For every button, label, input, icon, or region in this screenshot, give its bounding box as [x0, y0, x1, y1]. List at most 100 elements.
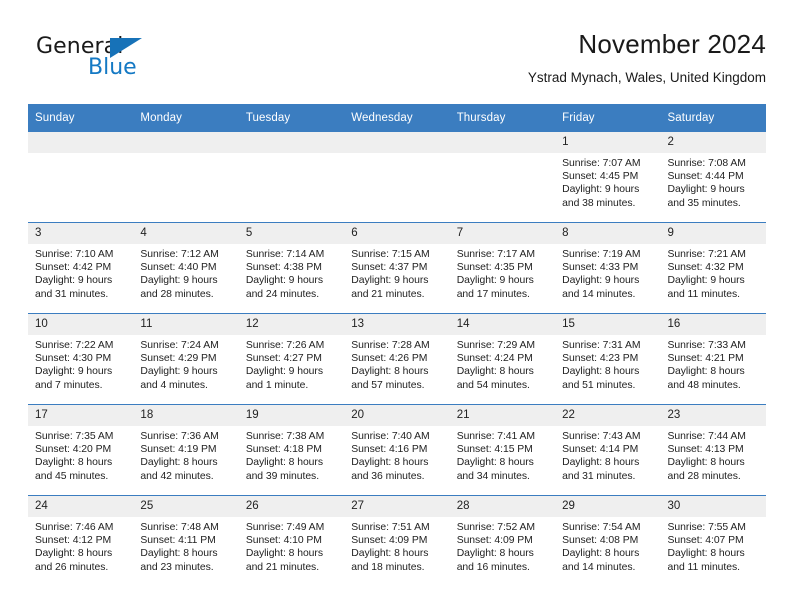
sunrise-text: Sunrise: 7:48 AM [140, 522, 219, 533]
daylight-text-line1: Daylight: 9 hours [140, 366, 218, 378]
sunset-text: Sunset: 4:09 PM [456, 535, 533, 547]
daylight-text-line2: and 23 minutes. [140, 561, 214, 573]
calendar-day-cell[interactable]: 10 Sunrise: 7:22 AM Sunset: 4:30 PM Dayligh… [28, 313, 134, 405]
sunrise-text: Sunrise: 7:19 AM [562, 249, 641, 260]
calendar-day-cell[interactable]: 3 Sunrise: 7:10 AM Sunset: 4:42 PM Daylight… [28, 222, 134, 314]
day-box: 13 Sunrise: 7:28 AM Sunset: 4:26 PM Dayligh… [344, 314, 450, 404]
calendar-day-cell[interactable]: 20 Sunrise: 7:40 AM Sunset: 4:16 PM Dayligh… [344, 404, 450, 496]
day-box: 20 Sunrise: 7:40 AM Sunset: 4:16 PM Dayligh… [344, 405, 450, 495]
calendar-day-cell[interactable]: 2 Sunrise: 7:08 AM Sunset: 4:44 PM Daylight… [660, 132, 766, 223]
day-details: Sunrise: 7:26 AM Sunset: 4:27 PM Daylight:… [239, 335, 344, 392]
day-details: Sunrise: 7:24 AM Sunset: 4:29 PM Daylight:… [133, 335, 238, 392]
day-details: Sunrise: 7:14 AM Sunset: 4:38 PM Daylight:… [239, 244, 344, 301]
daylight-text-line1: Daylight: 9 hours [667, 184, 745, 196]
sunrise-text: Sunrise: 7:36 AM [140, 431, 219, 442]
daylight-text-line1: Daylight: 8 hours [562, 457, 640, 469]
sunrise-text: Sunrise: 7:31 AM [562, 340, 641, 351]
day-number: 30 [660, 496, 766, 517]
calendar-day-cell[interactable]: 30 Sunrise: 7:55 AM Sunset: 4:07 PM Dayligh… [660, 495, 766, 586]
calendar-day-cell[interactable]: 27 Sunrise: 7:51 AM Sunset: 4:09 PM Dayligh… [344, 495, 450, 586]
day-number [28, 132, 134, 153]
sunrise-sunset-calendar-table: Sunday Monday Tuesday Wednesday Thursday Frid… [28, 104, 766, 586]
day-number: 6 [344, 223, 450, 244]
calendar-day-cell[interactable]: 5 Sunrise: 7:14 AM Sunset: 4:38 PM Daylight… [238, 222, 345, 314]
day-number: 28 [449, 496, 556, 517]
calendar-day-cell[interactable]: 25 Sunrise: 7:48 AM Sunset: 4:11 PM Dayligh… [133, 495, 239, 586]
calendar-day-cell[interactable]: 15 Sunrise: 7:31 AM Sunset: 4:23 PM Dayligh… [555, 313, 661, 405]
sunrise-text: Sunrise: 7:52 AM [456, 522, 536, 533]
daylight-text-line2: and 16 minutes. [456, 561, 530, 573]
day-details: Sunrise: 7:33 AM Sunset: 4:21 PM Daylight:… [661, 335, 766, 392]
day-details: Sunrise: 7:49 AM Sunset: 4:10 PM Daylight:… [239, 517, 344, 574]
sunrise-text: Sunrise: 7:41 AM [456, 431, 536, 442]
sunset-text: Sunset: 4:11 PM [140, 535, 216, 547]
sunrise-text: Sunrise: 7:38 AM [245, 431, 325, 442]
calendar-day-cell[interactable]: 22 Sunrise: 7:43 AM Sunset: 4:14 PM Dayligh… [555, 404, 661, 496]
day-box: 29 Sunrise: 7:54 AM Sunset: 4:08 PM Dayligh… [555, 496, 661, 586]
day-details: Sunrise: 7:29 AM Sunset: 4:24 PM Daylight:… [450, 335, 555, 392]
page-header: General Blue November 2024 Ystrad Mynach… [28, 28, 766, 100]
day-box [28, 132, 134, 222]
calendar-day-cell[interactable]: 7 Sunrise: 7:17 AM Sunset: 4:35 PM Daylight… [449, 222, 556, 314]
calendar-day-cell[interactable]: 8 Sunrise: 7:19 AM Sunset: 4:33 PM Daylight… [555, 222, 661, 314]
calendar-day-cell[interactable]: 12 Sunrise: 7:26 AM Sunset: 4:27 PM Dayligh… [238, 313, 345, 405]
calendar-day-cell[interactable]: 13 Sunrise: 7:28 AM Sunset: 4:26 PM Dayligh… [344, 313, 450, 405]
daylight-text-line2: and 31 minutes. [562, 470, 636, 482]
weekday-header-sunday: Sunday [28, 104, 134, 132]
daylight-text-line2: and 45 minutes. [35, 470, 109, 482]
day-details: Sunrise: 7:19 AM Sunset: 4:33 PM Daylight:… [555, 244, 660, 301]
day-details: Sunrise: 7:52 AM Sunset: 4:09 PM Daylight:… [450, 517, 555, 574]
sunset-text: Sunset: 4:23 PM [562, 353, 639, 365]
day-details [28, 153, 133, 157]
location-subtitle: Ystrad Mynach, Wales, United Kingdom [527, 70, 766, 85]
day-number: 15 [555, 314, 661, 335]
sunrise-text: Sunrise: 7:55 AM [667, 522, 746, 533]
calendar-day-cell[interactable]: 29 Sunrise: 7:54 AM Sunset: 4:08 PM Dayligh… [555, 495, 661, 586]
calendar-day-cell[interactable]: 4 Sunrise: 7:12 AM Sunset: 4:40 PM Daylight… [133, 222, 239, 314]
calendar-day-cell[interactable]: 1 Sunrise: 7:07 AM Sunset: 4:45 PM Daylight… [555, 132, 661, 223]
calendar-week-row: 10 Sunrise: 7:22 AM Sunset: 4:30 PM Dayligh… [28, 313, 766, 405]
calendar-day-cell[interactable]: 18 Sunrise: 7:36 AM Sunset: 4:19 PM Dayligh… [133, 404, 239, 496]
calendar-body: 1 Sunrise: 7:07 AM Sunset: 4:45 PM Daylight… [28, 132, 766, 586]
day-box: 28 Sunrise: 7:52 AM Sunset: 4:09 PM Dayligh… [449, 496, 556, 586]
calendar-day-cell[interactable]: 16 Sunrise: 7:33 AM Sunset: 4:21 PM Dayligh… [660, 313, 766, 405]
day-number: 2 [660, 132, 766, 153]
calendar-day-cell[interactable]: 9 Sunrise: 7:21 AM Sunset: 4:32 PM Daylight… [660, 222, 766, 314]
calendar-day-cell[interactable]: 23 Sunrise: 7:44 AM Sunset: 4:13 PM Dayligh… [660, 404, 766, 496]
sunset-text: Sunset: 4:30 PM [35, 353, 112, 365]
day-box: 2 Sunrise: 7:08 AM Sunset: 4:44 PM Daylight… [660, 132, 766, 222]
sunset-text: Sunset: 4:21 PM [667, 353, 744, 365]
calendar-week-row: 3 Sunrise: 7:10 AM Sunset: 4:42 PM Daylight… [28, 222, 766, 314]
calendar-day-cell[interactable]: 17 Sunrise: 7:35 AM Sunset: 4:20 PM Dayligh… [28, 404, 134, 496]
weekday-header-friday: Friday [555, 104, 661, 132]
calendar-day-cell[interactable]: 21 Sunrise: 7:41 AM Sunset: 4:15 PM Dayligh… [449, 404, 556, 496]
calendar-day-cell[interactable]: 24 Sunrise: 7:46 AM Sunset: 4:12 PM Dayligh… [28, 495, 134, 586]
day-details: Sunrise: 7:41 AM Sunset: 4:15 PM Daylight:… [450, 426, 555, 483]
day-details: Sunrise: 7:22 AM Sunset: 4:30 PM Daylight:… [28, 335, 133, 392]
calendar-day-cell[interactable]: 14 Sunrise: 7:29 AM Sunset: 4:24 PM Dayligh… [449, 313, 556, 405]
day-box: 15 Sunrise: 7:31 AM Sunset: 4:23 PM Dayligh… [555, 314, 661, 404]
day-number: 27 [344, 496, 450, 517]
day-number: 10 [28, 314, 134, 335]
sunset-text: Sunset: 4:32 PM [667, 262, 744, 274]
calendar-day-cell[interactable]: 6 Sunrise: 7:15 AM Sunset: 4:37 PM Daylight… [344, 222, 450, 314]
day-box: 6 Sunrise: 7:15 AM Sunset: 4:37 PM Daylight… [344, 223, 450, 313]
daylight-text-line2: and 21 minutes. [351, 288, 425, 300]
calendar-day-cell[interactable]: 19 Sunrise: 7:38 AM Sunset: 4:18 PM Dayligh… [238, 404, 345, 496]
calendar-day-cell[interactable]: 11 Sunrise: 7:24 AM Sunset: 4:29 PM Dayligh… [133, 313, 239, 405]
daylight-text-line2: and 35 minutes. [667, 197, 741, 209]
day-box: 1 Sunrise: 7:07 AM Sunset: 4:45 PM Daylight… [555, 132, 661, 222]
calendar-day-cell[interactable]: 28 Sunrise: 7:52 AM Sunset: 4:09 PM Dayligh… [449, 495, 556, 586]
daylight-text-line1: Daylight: 8 hours [351, 548, 429, 560]
sunrise-text: Sunrise: 7:24 AM [140, 340, 219, 351]
day-number: 1 [555, 132, 661, 153]
day-box: 30 Sunrise: 7:55 AM Sunset: 4:07 PM Dayligh… [660, 496, 766, 586]
calendar-day-cell[interactable]: 26 Sunrise: 7:49 AM Sunset: 4:10 PM Dayligh… [238, 495, 345, 586]
daylight-text-line2: and 11 minutes. [667, 288, 740, 300]
sunrise-text: Sunrise: 7:17 AM [456, 249, 536, 260]
daylight-text-line1: Daylight: 8 hours [245, 548, 323, 560]
day-number: 16 [660, 314, 766, 335]
day-number: 14 [449, 314, 556, 335]
day-details: Sunrise: 7:46 AM Sunset: 4:12 PM Daylight:… [28, 517, 133, 574]
daylight-text-line1: Daylight: 9 hours [35, 275, 113, 287]
